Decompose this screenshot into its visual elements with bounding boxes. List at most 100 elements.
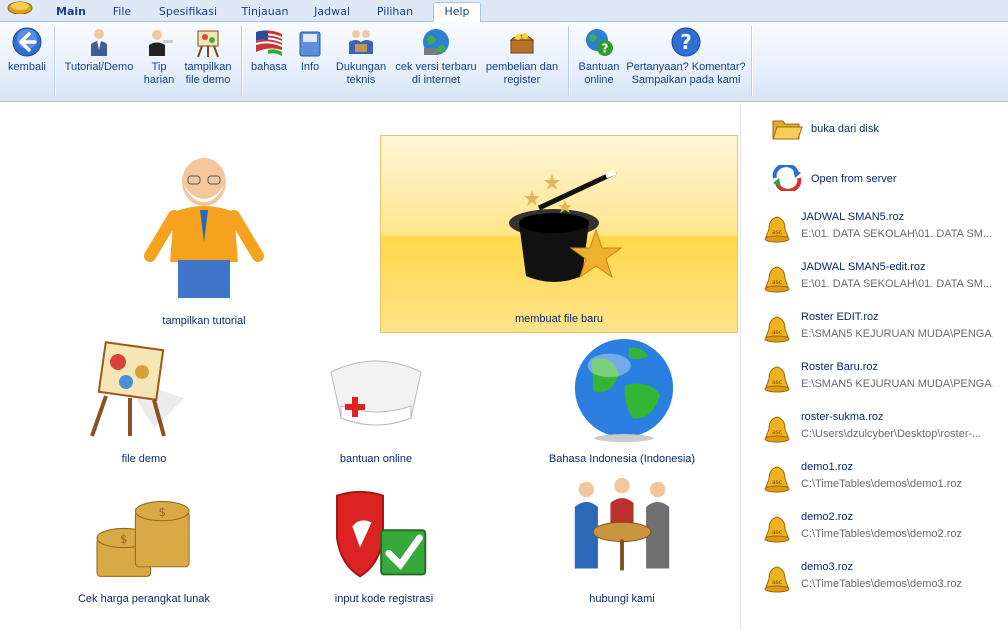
recent-file-name: Roster EDIT.roz — [801, 311, 879, 323]
recent-file-item[interactable]: asc Roster Baru.roz E:\SMAN5 KEJURUAN MUDA… — [763, 361, 1008, 405]
recent-file-path: C:\TimeTables\demos\demo2.roz — [801, 528, 962, 540]
new-file-tile[interactable]: membuat file baru — [380, 135, 738, 333]
presenter-icon — [91, 29, 107, 56]
language-tile[interactable]: Bahasa Indonesia (Indonesia) — [540, 336, 704, 468]
bell-label: asc — [772, 579, 782, 586]
bell-label: asc — [772, 529, 782, 536]
shield-check-icon — [336, 490, 427, 578]
feedback-button[interactable]: ? Pertanyaan? Komentar? Sampaikan pada k… — [624, 26, 748, 87]
recent-file-name: demo3.roz — [801, 561, 853, 573]
svg-text:?: ? — [602, 42, 609, 56]
back-arrow-icon — [12, 27, 42, 57]
asc-bell-icon: asc — [764, 466, 790, 493]
online-help-button[interactable]: ? Bantuan online — [574, 26, 624, 87]
show-demo-file-button[interactable]: tampilkan file demo — [180, 26, 236, 87]
tab-main[interactable]: Main — [50, 3, 92, 22]
asc-bell-icon: asc — [764, 216, 790, 243]
check-price-tile[interactable]: $ $ Cek harga perangkat lunak — [70, 488, 218, 608]
recent-file-item[interactable]: asc JADWAL SMAN5-edit.roz E:\01. DATA SEKO… — [763, 261, 1008, 305]
tab-spesifikasi[interactable]: Spesifikasi — [153, 3, 223, 22]
ribbon-toolbar: kembali Tutorial/Demo Tip harian tampilk… — [0, 22, 1008, 102]
recent-file-path: C:\TimeTables\demos\demo1.roz — [801, 478, 962, 490]
recent-file-path: E:\01. DATA SEKOLAH\01. DATA SM... — [801, 228, 993, 240]
recent-file-name: JADWAL SMAN5.roz — [801, 211, 905, 223]
recent-file-item[interactable]: asc demo1.roz C:\TimeTables\demos\demo1.ro… — [763, 461, 1008, 505]
ribbon-separator — [751, 26, 752, 96]
bell-label: asc — [772, 229, 782, 236]
bell-label: asc — [772, 379, 782, 386]
bell-label: asc — [772, 329, 782, 336]
purchase-register-button[interactable]: pembelian dan register — [480, 26, 564, 87]
waiter-icon — [149, 30, 173, 56]
meeting-people-icon — [574, 477, 670, 571]
tip-harian-button[interactable]: Tip harian — [140, 26, 178, 87]
globe-update-icon — [423, 29, 449, 55]
asc-bell-icon: asc — [764, 566, 790, 593]
app-logo-icon[interactable] — [6, 0, 34, 14]
question-icon: ? — [671, 27, 701, 57]
input-registration-tile[interactable]: input kode registrasi — [300, 488, 468, 608]
bell-label: asc — [772, 479, 782, 486]
recent-files-panel: buka dari disk Open from server asc JADWA… — [740, 103, 1008, 630]
svg-text:$: $ — [120, 532, 127, 546]
team-support-icon — [349, 30, 373, 54]
tutorial-demo-button[interactable]: Tutorial/Demo — [60, 26, 138, 74]
recent-file-name: demo1.roz — [801, 461, 853, 473]
globe-question-icon: ? — [586, 29, 613, 56]
recent-file-path: E:\SMAN5 KEJURUAN MUDA\PENGA... — [801, 328, 993, 340]
recent-file-item[interactable]: asc roster-sukma.roz C:\Users\dzulcyber\De… — [763, 411, 1008, 455]
open-from-disk-button[interactable]: buka dari disk — [771, 115, 971, 141]
bell-label: asc — [772, 279, 782, 286]
nurse-cap-icon — [330, 360, 422, 426]
easel-painting-icon — [90, 341, 184, 437]
tab-file[interactable]: File — [104, 3, 140, 22]
ribbon-separator — [568, 26, 569, 96]
info-book-icon — [299, 31, 321, 57]
old-man-mascot-icon — [144, 158, 264, 298]
recent-file-item[interactable]: asc demo2.roz C:\TimeTables\demos\demo2.ro… — [763, 511, 1008, 555]
asc-bell-icon: asc — [764, 266, 790, 293]
tab-pilihan[interactable]: Pilihan — [370, 3, 420, 22]
easel-icon — [197, 30, 219, 58]
tab-tinjauan[interactable]: Tinjauan — [236, 3, 294, 22]
demo-file-tile[interactable]: file demo — [70, 336, 218, 468]
globe-icon — [574, 338, 674, 443]
contact-us-tile[interactable]: hubungi kami — [556, 476, 688, 608]
recent-file-name: Roster Baru.roz — [801, 361, 879, 373]
folder-open-icon — [772, 120, 803, 140]
recent-file-name: roster-sukma.roz — [801, 411, 884, 423]
check-update-button[interactable]: cek versi terbaru di internet — [392, 26, 480, 87]
asc-bell-icon: asc — [764, 316, 790, 343]
recent-file-item[interactable]: asc JADWAL SMAN5.roz E:\01. DATA SEKOLAH\0… — [763, 211, 1008, 255]
menu-bar: Main File Spesifikasi Tinjauan Jadwal Pi… — [0, 0, 1008, 22]
ribbon-separator — [241, 26, 242, 96]
tab-help[interactable]: Help — [433, 2, 481, 22]
magic-hat-icon — [509, 169, 623, 282]
treasure-chest-icon — [509, 33, 535, 54]
bell-label: asc — [772, 429, 782, 436]
recent-file-path: E:\SMAN5 KEJURUAN MUDA\PENGA... — [801, 378, 993, 390]
open-from-server-button[interactable]: Open from server — [771, 165, 971, 191]
tab-jadwal[interactable]: Jadwal — [307, 3, 357, 22]
recent-file-name: demo2.roz — [801, 511, 853, 523]
coin-stack-icon: $ $ — [96, 501, 190, 577]
info-button[interactable]: Info — [294, 26, 326, 74]
ribbon-separator — [54, 26, 55, 96]
svg-text:$: $ — [159, 505, 166, 519]
recent-file-item[interactable]: asc Roster EDIT.roz E:\SMAN5 KEJURUAN MUDA… — [763, 311, 1008, 355]
online-help-tile[interactable]: bantuan online — [300, 336, 452, 468]
recent-file-item[interactable]: asc demo3.roz C:\TimeTables\demos\demo3.ro… — [763, 561, 1008, 605]
show-tutorial-tile[interactable]: tampilkan tutorial — [120, 140, 288, 330]
asc-bell-icon: asc — [764, 416, 790, 443]
recent-file-path: C:\TimeTables\demos\demo3.roz — [801, 578, 962, 590]
recent-file-path: E:\01. DATA SEKOLAH\01. DATA SM... — [801, 278, 993, 290]
svg-text:?: ? — [680, 30, 692, 54]
tech-support-button[interactable]: Dukungan teknis — [328, 26, 394, 87]
recent-file-path: C:\Users\dzulcyber\Desktop\roster-... — [801, 428, 982, 440]
recent-file-name: JADWAL SMAN5-edit.roz — [801, 261, 926, 273]
app-window: Main File Spesifikasi Tinjauan Jadwal Pi… — [0, 0, 1008, 630]
sync-arrows-icon — [772, 165, 802, 191]
back-button[interactable]: kembali — [4, 26, 50, 74]
language-button[interactable]: bahasa — [247, 26, 291, 74]
asc-bell-icon: asc — [764, 366, 790, 393]
